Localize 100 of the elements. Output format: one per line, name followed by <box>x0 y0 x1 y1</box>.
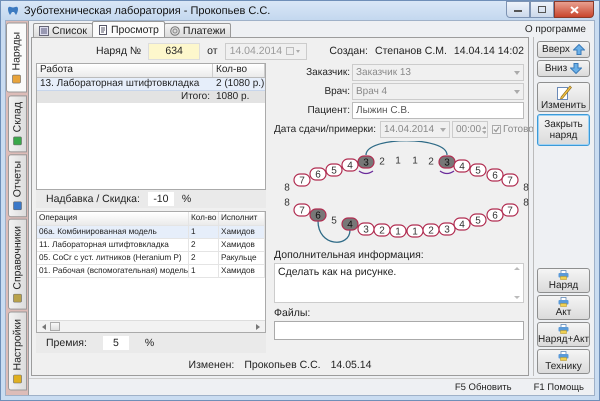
maximize-button[interactable] <box>530 1 554 18</box>
table-cell: 2 <box>189 252 219 264</box>
tooth-marker[interactable]: 6 <box>309 167 327 181</box>
horizontal-scrollbar[interactable] <box>37 320 265 332</box>
spinner-arrows-icon <box>481 124 486 134</box>
action-button[interactable]: Вверх <box>537 41 590 58</box>
column-header[interactable]: Исполнит <box>219 212 265 225</box>
tooth-marker[interactable]: 7 <box>293 173 311 187</box>
tooth-marker[interactable]: 5 <box>469 213 487 227</box>
tooth-marker[interactable]: 5 <box>325 163 343 177</box>
table-cell: 1 <box>189 265 219 277</box>
section-icon <box>13 374 22 384</box>
caret-icon <box>514 90 520 94</box>
input-field[interactable]: Лыжин С.В. <box>352 102 524 119</box>
printer-icon <box>558 297 569 307</box>
table-cell: 11. Лабораторная штифтовкладка <box>37 239 189 251</box>
calendar-caret-icon <box>286 47 302 55</box>
created-author: Степанов С.М. <box>374 45 447 57</box>
tooth-marker[interactable]: 6 <box>486 168 504 182</box>
tab[interactable]: Просмотр <box>92 21 165 37</box>
tooth-number[interactable]: 8 <box>284 198 290 208</box>
column-header[interactable]: Кол-во <box>189 212 219 225</box>
column-header[interactable]: Работа <box>37 64 213 77</box>
tooth-marker[interactable]: 1 <box>389 224 407 238</box>
tab[interactable]: Список <box>33 23 93 37</box>
table-cell: Хамидов <box>219 239 265 251</box>
tooth-marker[interactable]: 2 <box>422 223 440 237</box>
tooth-marker[interactable]: 7 <box>293 203 311 217</box>
table-cell: Хамидов <box>219 226 265 238</box>
table-row[interactable]: 05. CoCr с уст. литников (Heranium P) 2 Ракульце <box>37 252 265 265</box>
discount-field[interactable]: -10 <box>148 192 174 206</box>
side-tab[interactable]: Настройки <box>8 312 27 390</box>
tooth-marker[interactable]: 4 <box>453 217 471 231</box>
notes-textarea[interactable]: Сделать как на рисунке. <box>274 263 524 303</box>
tooth-number[interactable]: 2 <box>428 156 434 168</box>
tab[interactable]: Платежи <box>164 23 232 37</box>
tooth-marker[interactable]: 3 <box>438 222 456 236</box>
scroll-left-icon <box>41 322 47 330</box>
minimize-button[interactable] <box>506 1 530 18</box>
tooth-marker[interactable]: 7 <box>501 203 519 217</box>
pencil-icon <box>556 84 572 100</box>
table-cell: Хамидов <box>219 265 265 277</box>
tooth-marker[interactable]: 6 <box>486 208 504 222</box>
tooth-marker[interactable]: 4 <box>341 217 359 231</box>
table-row[interactable]: 06а. Комбинированная модель 1 Хамидов <box>37 226 265 239</box>
field-label: Премия: <box>46 337 87 349</box>
about-link[interactable]: О программе <box>524 24 586 34</box>
scrollbar-thumb[interactable] <box>50 322 60 331</box>
notes-label: Дополнительная информация: <box>274 249 425 261</box>
tooth-marker[interactable]: 4 <box>341 158 359 172</box>
arrow-down-icon <box>570 63 582 74</box>
close-button[interactable] <box>554 1 594 18</box>
column-header[interactable]: Операция <box>37 212 189 225</box>
tooth-marker[interactable]: 2 <box>373 223 391 237</box>
table-row[interactable]: 13. Лабораторная штифтовкладка 2 (1080 р.) <box>37 78 265 91</box>
print-button[interactable]: Наряд+Акт <box>537 322 590 347</box>
tooth-marker[interactable]: 3 <box>357 222 375 236</box>
tooth-number[interactable]: 5 <box>331 216 337 226</box>
table-row[interactable]: 01. Рабочая (вспомогательная) модель 1 Хамидов <box>37 265 265 278</box>
created-time: 14.04.14 14:02 <box>454 45 524 57</box>
created-label: Создан: <box>329 45 368 57</box>
side-tab[interactable]: Наряды <box>6 23 27 93</box>
bonus-field[interactable]: 5 <box>102 336 129 350</box>
table-cell: 01. Рабочая (вспомогательная) модель <box>37 265 189 277</box>
tooth-marker[interactable]: 4 <box>453 159 471 173</box>
print-button[interactable]: Технику <box>537 349 590 374</box>
side-tab[interactable]: Отчеты <box>8 154 27 218</box>
field-label: Наряд № <box>96 45 142 57</box>
tooth-number[interactable]: 2 <box>379 156 385 168</box>
table-cell: Ракульце <box>219 252 265 264</box>
table-cell: 05. CoCr с уст. литников (Heranium P) <box>37 252 189 264</box>
field-label: Заказчик: <box>305 67 350 78</box>
printer-icon <box>558 324 569 334</box>
tooth-marker[interactable]: 7 <box>501 173 519 187</box>
side-tab[interactable]: Склад <box>8 94 27 152</box>
section-icon <box>13 136 22 145</box>
tooth-marker[interactable]: 1 <box>406 224 424 238</box>
edit-button[interactable]: Изменить <box>537 82 590 112</box>
tooth-marker[interactable]: 5 <box>469 163 487 177</box>
action-button[interactable]: Вниз <box>537 60 590 77</box>
side-tab[interactable]: Справочники <box>8 219 27 310</box>
tooth-number[interactable]: 1 <box>395 156 401 166</box>
files-field[interactable] <box>274 321 524 340</box>
tooth-number[interactable]: 1 <box>412 156 418 166</box>
column-header[interactable]: Кол-во <box>213 64 265 77</box>
action-button[interactable]: Закрыть наряд <box>537 114 590 146</box>
field-label: Надбавка / Скидка: <box>46 193 140 205</box>
print-button[interactable]: Акт <box>537 295 590 320</box>
status-hint: F1 Помощь <box>534 382 584 392</box>
tooth-number[interactable]: 8 <box>523 198 529 208</box>
table-row[interactable]: 11. Лабораторная штифтовкладка 2 Хамидов <box>37 239 265 252</box>
modified-date: 14.05.14 <box>330 358 372 370</box>
tooth-marker[interactable]: 6 <box>309 208 327 222</box>
tooth-number[interactable]: 8 <box>284 182 290 194</box>
printer-icon <box>558 351 569 361</box>
tooth-number[interactable]: 8 <box>523 182 529 194</box>
table-cell-text: 2 (1080 р.) <box>215 78 265 90</box>
print-button[interactable]: Наряд <box>537 268 590 293</box>
order-number-field[interactable]: 634 <box>148 42 200 60</box>
document-icon <box>98 24 108 34</box>
